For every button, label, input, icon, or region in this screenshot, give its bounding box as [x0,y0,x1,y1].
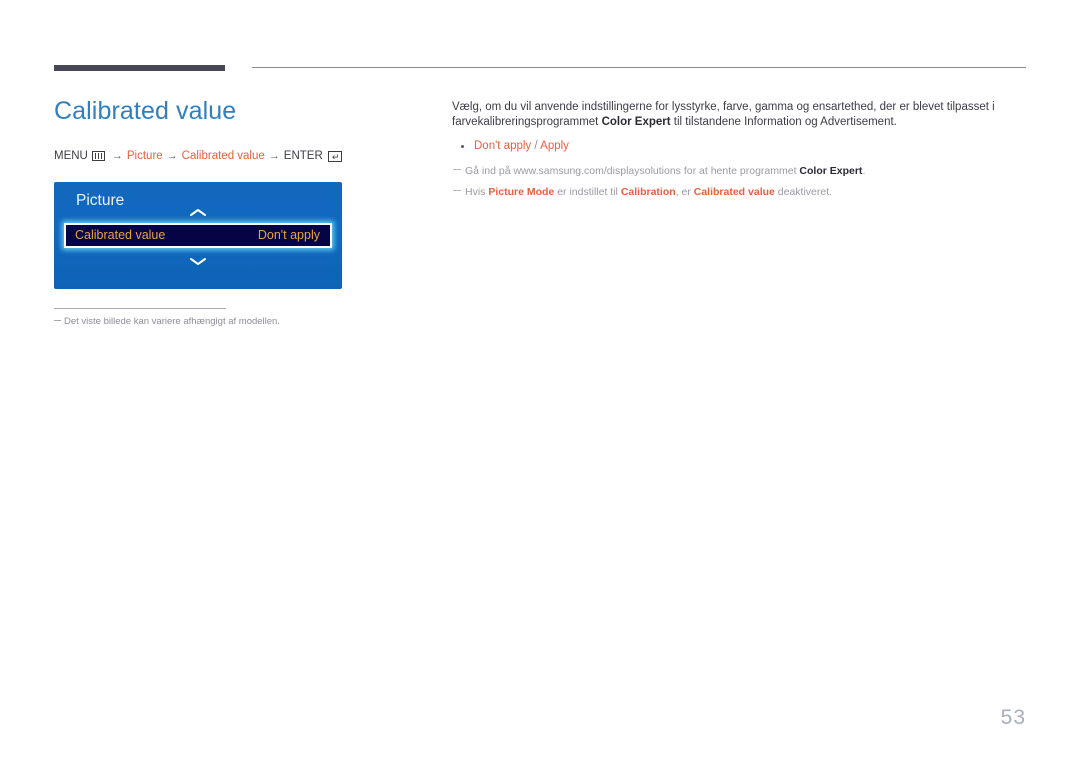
left-note: Det viste billede kan variere afhængigt … [54,315,280,328]
option-separator: / [534,140,538,153]
sub-note-2: Hvis Picture Mode er indstillet til Cali… [452,185,997,199]
breadcrumb-arrow-3: → [268,150,280,163]
sub-note-1-text2: . [862,164,866,177]
sub-note-1-text1: Gå ind på www.samsung.com/displaysolutio… [465,164,800,177]
chevron-down-icon[interactable] [54,257,342,269]
sub-note-2-text1: Hvis [465,186,489,199]
left-note-text: Det viste billede kan variere afhængigt … [64,316,280,327]
sub-note-2-text4: deaktiveret. [774,186,833,199]
left-note-rule [54,308,226,309]
header-rule-accent [54,65,225,71]
breadcrumb-segment-picture[interactable]: Picture [127,149,163,164]
list-item: Don't apply / Apply [452,139,997,155]
enter-return-icon: ↵ [327,150,342,162]
sub-note-1: Gå ind på www.samsung.com/displaysolutio… [452,164,997,178]
breadcrumb-arrow-1: → [111,150,123,163]
breadcrumb: MENU → Picture → Calibrated value → ENTE… [54,149,434,164]
breadcrumb-segment-calibrated-value[interactable]: Calibrated value [182,149,265,164]
sub-note-2-text3: , er [675,186,694,199]
left-column: Calibrated value MENU → Picture → Calibr… [54,96,434,164]
intro-text-bold: Color Expert [601,116,671,129]
option-dont-apply[interactable]: Don't apply [474,140,531,152]
page-title: Calibrated value [54,97,237,125]
sub-note-2-text2: er indstillet til [554,186,621,199]
breadcrumb-enter-label: ENTER [283,150,323,162]
header-rule-thin [252,67,1026,68]
chevron-up-icon[interactable] [54,208,342,220]
intro-paragraph: Vælg, om du vil anvende indstillingerne … [452,100,997,130]
sub-note-2-bold1: Picture Mode [488,186,555,199]
breadcrumb-menu-label: MENU [54,150,88,162]
sub-note-2-bold2: Calibration [620,186,676,199]
sub-note-2-bold3: Calibrated value [693,186,775,199]
intro-text-part2: til tilstandene Information og Advertise… [670,116,897,129]
left-note-dash-icon [54,320,61,321]
page-number: 53 [1000,706,1026,729]
osd-row-calibrated-value[interactable]: Calibrated value Don't apply [64,223,332,248]
sub-note-1-bold1: Color Expert [799,164,863,177]
menu-grid-icon [91,151,105,162]
breadcrumb-arrow-2: → [166,150,178,163]
right-column: Vælg, om du vil anvende indstillingerne … [452,100,997,206]
option-apply[interactable]: Apply [540,140,569,152]
osd-row-label: Calibrated value [75,228,166,243]
osd-preview-panel: Picture Calibrated value Don't apply [54,182,342,289]
sub-notes: Gå ind på www.samsung.com/displaysolutio… [452,164,997,199]
osd-row-value: Don't apply [257,228,320,243]
option-list: Don't apply / Apply [452,139,997,155]
